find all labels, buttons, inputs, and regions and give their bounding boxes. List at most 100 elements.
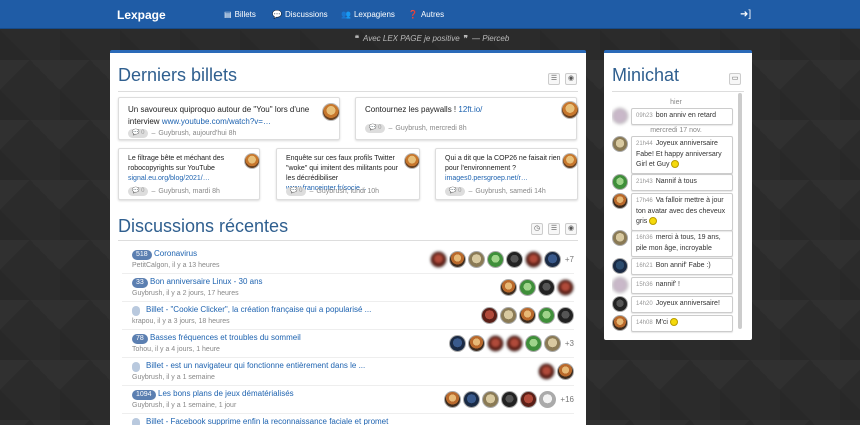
divider xyxy=(118,91,578,92)
avatar[interactable] xyxy=(524,251,542,268)
avatar[interactable] xyxy=(524,335,542,352)
discussion-row[interactable]: Billet - est un navigateur qui fonctionn… xyxy=(122,359,574,386)
avatar[interactable] xyxy=(404,153,420,169)
billet-card[interactable]: Contournez les paywalls ! 12ft.io/ 💬 0 –… xyxy=(355,97,579,140)
avatar[interactable] xyxy=(322,103,340,121)
discussion-row[interactable]: Billet - Facebook supprime enfin la reco… xyxy=(122,415,574,425)
avatar[interactable] xyxy=(557,363,574,380)
rss-icon[interactable]: ◉ xyxy=(565,73,577,85)
avatar[interactable] xyxy=(463,391,481,408)
avatar[interactable] xyxy=(612,296,628,312)
avatar[interactable] xyxy=(543,251,561,268)
nav-discussions[interactable]: 💬 Discussions xyxy=(272,10,328,19)
avatar[interactable] xyxy=(448,251,466,268)
clock-icon[interactable]: ◷ xyxy=(531,223,543,235)
avatar[interactable] xyxy=(505,251,523,268)
billet-marker-badge xyxy=(132,362,140,372)
avatar[interactable] xyxy=(444,391,462,408)
discussion-meta: Tohou, il y a 4 jours, 1 heure xyxy=(132,346,220,353)
nav-lexpagiens[interactable]: 👥 Lexpagiens xyxy=(341,10,395,19)
avatar[interactable] xyxy=(562,153,578,169)
avatar[interactable] xyxy=(500,279,517,296)
avatar[interactable] xyxy=(557,279,574,296)
nav-autres[interactable]: ❓ Autres xyxy=(408,10,444,19)
billet-card[interactable]: Enquête sur ces faux profils Twitter "wo… xyxy=(276,148,420,200)
discussion-title[interactable]: Billet - "Cookie Clicker", la création f… xyxy=(146,305,371,314)
avatar[interactable] xyxy=(612,315,628,331)
avatar[interactable] xyxy=(467,335,485,352)
nav-lexpagiens-label: Lexpagiens xyxy=(353,10,395,19)
list-icon[interactable]: ☰ xyxy=(548,223,560,235)
avatar[interactable] xyxy=(612,277,628,293)
billet-link[interactable]: www.youtube.com/watch?v=… xyxy=(162,117,271,126)
reply-count-badge: 518 xyxy=(132,250,152,260)
discussion-title[interactable]: Les bons plans de jeux dématérialisés xyxy=(158,389,294,398)
billet-card[interactable]: Qui a dit que la COP26 ne faisait rien p… xyxy=(435,148,578,200)
avatar[interactable] xyxy=(538,307,555,324)
reply-count-badge: 1094 xyxy=(132,390,156,400)
discussion-title[interactable]: Basses fréquences et troubles du sommeil xyxy=(150,333,301,342)
participant-avatars: +16 xyxy=(442,391,574,408)
discussion-row[interactable]: 78 Basses fréquences et troubles du somm… xyxy=(122,331,574,358)
list-icon[interactable]: ☰ xyxy=(548,73,560,85)
discussion-title[interactable]: Billet - est un navigateur qui fonctionn… xyxy=(146,361,365,370)
avatar[interactable] xyxy=(448,335,466,352)
rss-icon[interactable]: ◉ xyxy=(565,223,577,235)
billet-link[interactable]: signal.eu.org/blog/2021/… xyxy=(128,175,210,182)
billet-card[interactable]: Le filtrage bête et méchant des robocopy… xyxy=(118,148,260,200)
avatar[interactable] xyxy=(612,108,628,124)
discussion-row[interactable]: Billet - "Cookie Clicker", la création f… xyxy=(122,303,574,330)
message-text: Joyeux anniversaire! xyxy=(655,300,720,307)
sign-in-icon[interactable]: ➜] xyxy=(740,9,751,20)
avatar[interactable] xyxy=(561,101,579,119)
avatar[interactable] xyxy=(519,279,536,296)
avatar[interactable] xyxy=(538,363,555,380)
folder-icon[interactable]: ▭ xyxy=(729,73,741,85)
users-icon: 👥 xyxy=(341,10,351,19)
avatar[interactable] xyxy=(505,335,523,352)
avatar[interactable] xyxy=(486,335,504,352)
day-separator: hier xyxy=(670,99,682,106)
more-participants-count: +7 xyxy=(564,255,574,264)
avatar[interactable] xyxy=(612,230,628,246)
avatar[interactable] xyxy=(519,307,536,324)
avatar[interactable] xyxy=(500,307,517,324)
message-time: 21h44 xyxy=(636,141,653,147)
avatar[interactable] xyxy=(429,251,447,268)
avatar[interactable] xyxy=(486,251,504,268)
nav-billets[interactable]: ▤ Billets xyxy=(224,10,256,19)
avatar[interactable] xyxy=(612,258,628,274)
avatar[interactable] xyxy=(244,153,260,169)
chat-scrollbar[interactable] xyxy=(738,93,742,329)
avatar[interactable] xyxy=(543,335,561,352)
discussion-title[interactable]: Coronavirus xyxy=(154,249,197,258)
billet-card[interactable]: Un savoureux quiproquo autour de "You" l… xyxy=(118,97,340,140)
billet-link[interactable]: 12ft.io/ xyxy=(458,105,482,114)
avatar[interactable] xyxy=(612,136,628,152)
avatar[interactable] xyxy=(557,307,574,324)
brand-logo[interactable]: Lexpage xyxy=(117,8,166,22)
message-bubble: 17h46 Va falloir mettre à jour ton avatar… xyxy=(631,193,733,231)
avatar[interactable] xyxy=(539,391,557,408)
discussion-row[interactable]: 1094 Les bons plans de jeux dématérialis… xyxy=(122,387,574,414)
comment-count-badge: 💬 0 xyxy=(286,187,307,196)
avatar[interactable] xyxy=(482,391,500,408)
avatar[interactable] xyxy=(501,391,519,408)
discussion-title[interactable]: Bon anniversaire Linux - 30 ans xyxy=(150,277,263,286)
billet-link[interactable]: images0.persgroep.net/r… xyxy=(445,175,528,182)
open-quote-icon: ❝ xyxy=(354,34,359,43)
minichat-heading: Minichat xyxy=(612,65,680,85)
discussion-row[interactable]: 518 Coronavirus PetitCalgon, il y a 13 h… xyxy=(122,247,574,274)
avatar[interactable] xyxy=(538,279,555,296)
avatar[interactable] xyxy=(612,193,628,209)
billet-marker-badge xyxy=(132,418,140,425)
discussion-title[interactable]: Billet - Facebook supprime enfin la reco… xyxy=(146,417,388,425)
avatar[interactable] xyxy=(520,391,538,408)
avatar[interactable] xyxy=(612,174,628,190)
discussion-row[interactable]: 33 Bon anniversaire Linux - 30 ans Guybr… xyxy=(122,275,574,302)
billet-author-date: Guybrush, aujourd'hui 8h xyxy=(158,130,237,137)
avatar[interactable] xyxy=(467,251,485,268)
avatar[interactable] xyxy=(481,307,498,324)
billet-title: Un savoureux quiproquo autour de "You" l… xyxy=(128,104,318,127)
billet-title-text: Qui a dit que la COP26 ne faisait rien p… xyxy=(445,155,561,173)
